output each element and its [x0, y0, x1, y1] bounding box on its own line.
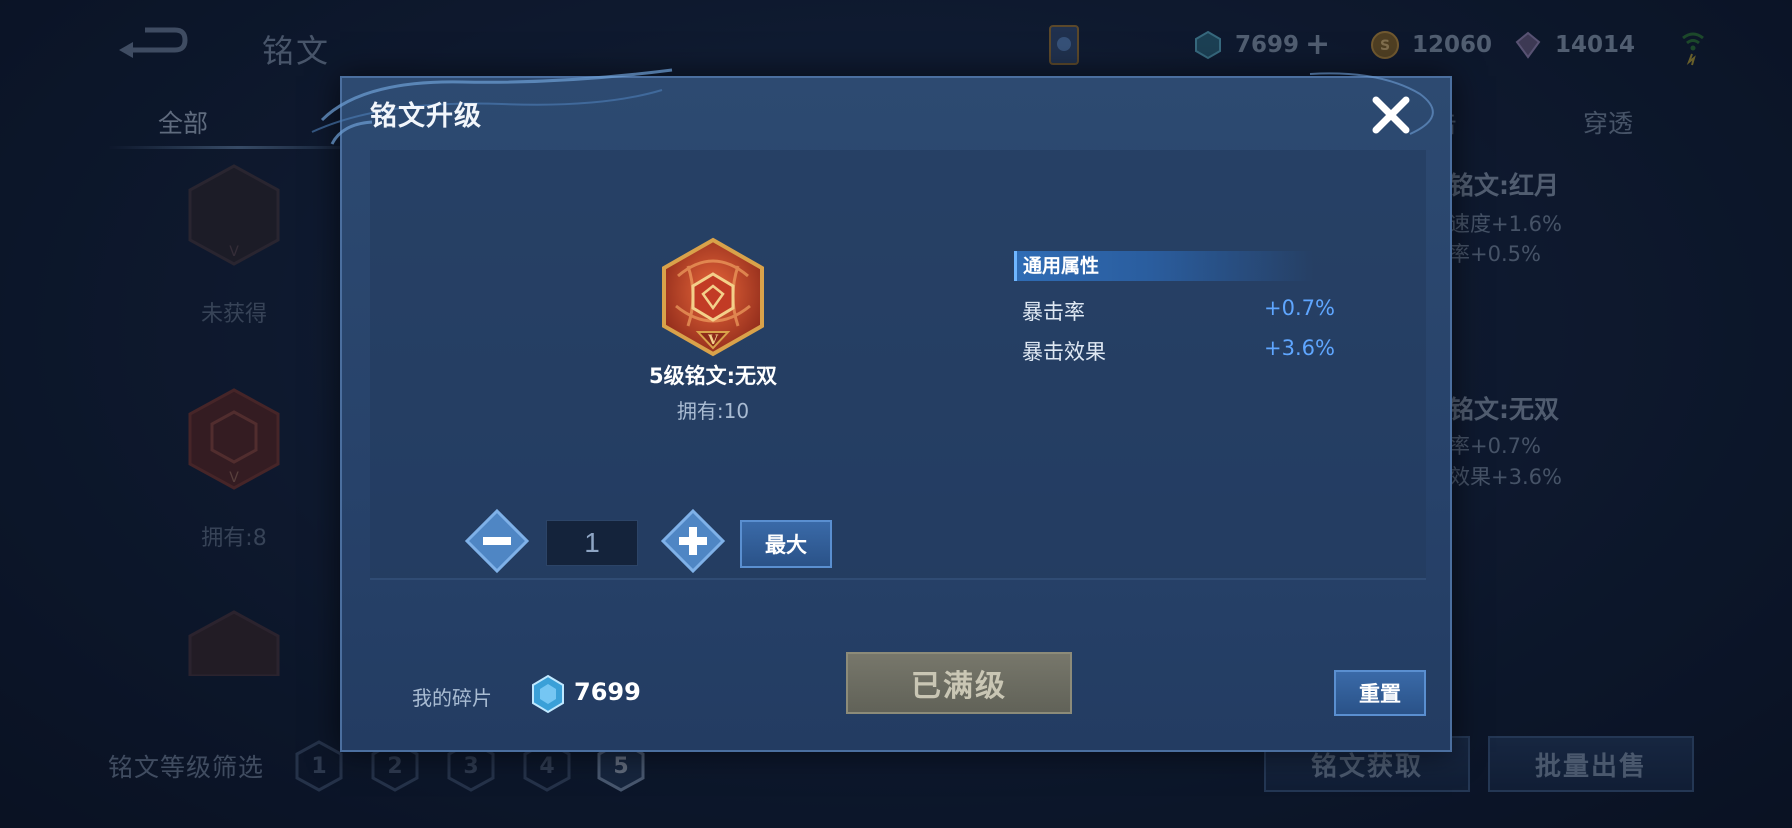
wifi-icon	[1682, 32, 1704, 66]
rune-card-icon[interactable]	[1046, 22, 1084, 68]
attributes-header: 通用属性	[1014, 251, 1314, 281]
increase-button[interactable]	[660, 508, 726, 574]
rune-item-owned-count: 拥有:8	[201, 526, 267, 551]
rune-level-mark: V	[707, 333, 719, 348]
decrease-button[interactable]	[464, 508, 530, 574]
dialog-title: 铭文升级	[370, 101, 482, 132]
quantity-input[interactable]: 1	[546, 520, 638, 566]
fragment-icon	[1195, 30, 1221, 60]
gold-coin-icon: S	[1371, 31, 1399, 59]
attribute-name: 暴击率	[1022, 300, 1085, 324]
rune-upgrade-dialog: 铭文升级 V 5级铭文:无双 拥有:10 通用属性 暴击率 +0.7% 暴击效果…	[311, 68, 1452, 752]
close-button[interactable]	[1366, 90, 1416, 140]
rune-item-status: 未获得	[200, 302, 267, 327]
rune-owned-count: 拥有:10	[676, 399, 750, 423]
level-filter-label: 铭文等级筛选	[108, 753, 265, 782]
divider	[370, 578, 1426, 580]
diamond-resource: 14014	[1513, 30, 1635, 60]
attribute-row: 暴击效果 +3.6%	[1022, 336, 1342, 366]
fragment-resource: 7699 +	[1193, 30, 1330, 60]
right-card-attr: 效果+3.6%	[1449, 465, 1562, 489]
right-card-attr: 率+0.5%	[1449, 242, 1541, 266]
bulk-sell-button[interactable]: 批量出售	[1488, 736, 1694, 792]
close-icon	[1372, 96, 1410, 134]
right-card-title: 铭文:红月	[1449, 171, 1559, 200]
rune-name: 5级铭文:无双	[648, 364, 777, 388]
tab-all[interactable]: 全部	[158, 104, 208, 140]
right-card-title: 铭文:无双	[1449, 395, 1559, 424]
attribute-value: +3.6%	[1264, 336, 1335, 360]
svg-text:V: V	[229, 244, 239, 260]
reset-button[interactable]: 重置	[1334, 670, 1426, 716]
fragment-icon	[532, 674, 564, 714]
fragment-count: 7699	[1235, 32, 1300, 58]
rune-item-locked-icon[interactable]: V	[182, 160, 287, 270]
back-button[interactable]	[115, 26, 190, 60]
svg-text:S: S	[1380, 38, 1390, 54]
rune-item-icon[interactable]	[182, 606, 287, 676]
my-fragments-label: 我的碎片	[412, 686, 492, 710]
max-quantity-button[interactable]: 最大	[740, 520, 832, 568]
diamond-count: 14014	[1555, 32, 1636, 58]
tab-pierce[interactable]: 穿透	[1583, 104, 1633, 140]
level-filter-1[interactable]: 1	[294, 740, 344, 792]
rune-item-owned-icon[interactable]: V	[182, 384, 287, 494]
rune-icon: V	[662, 237, 764, 357]
minus-icon	[464, 508, 530, 574]
back-arrow-icon	[119, 27, 188, 58]
attribute-value: +0.7%	[1264, 296, 1335, 320]
max-level-button[interactable]: 已满级	[846, 652, 1072, 714]
gold-count: 12060	[1412, 32, 1493, 58]
my-fragments-count: 7699	[574, 678, 641, 706]
page-title: 铭文	[262, 32, 331, 70]
right-card-attr: 速度+1.6%	[1449, 212, 1562, 236]
attribute-row: 暴击率 +0.7%	[1022, 296, 1342, 326]
add-fragment-icon[interactable]: +	[1305, 30, 1330, 60]
plus-icon	[660, 508, 726, 574]
right-card-attr: 率+0.7%	[1449, 434, 1541, 458]
tab-all-underline	[108, 146, 368, 149]
svg-text:V: V	[229, 470, 239, 486]
attribute-name: 暴击效果	[1022, 340, 1106, 364]
diamond-icon	[1515, 31, 1541, 59]
gold-resource: S 12060	[1370, 30, 1492, 60]
